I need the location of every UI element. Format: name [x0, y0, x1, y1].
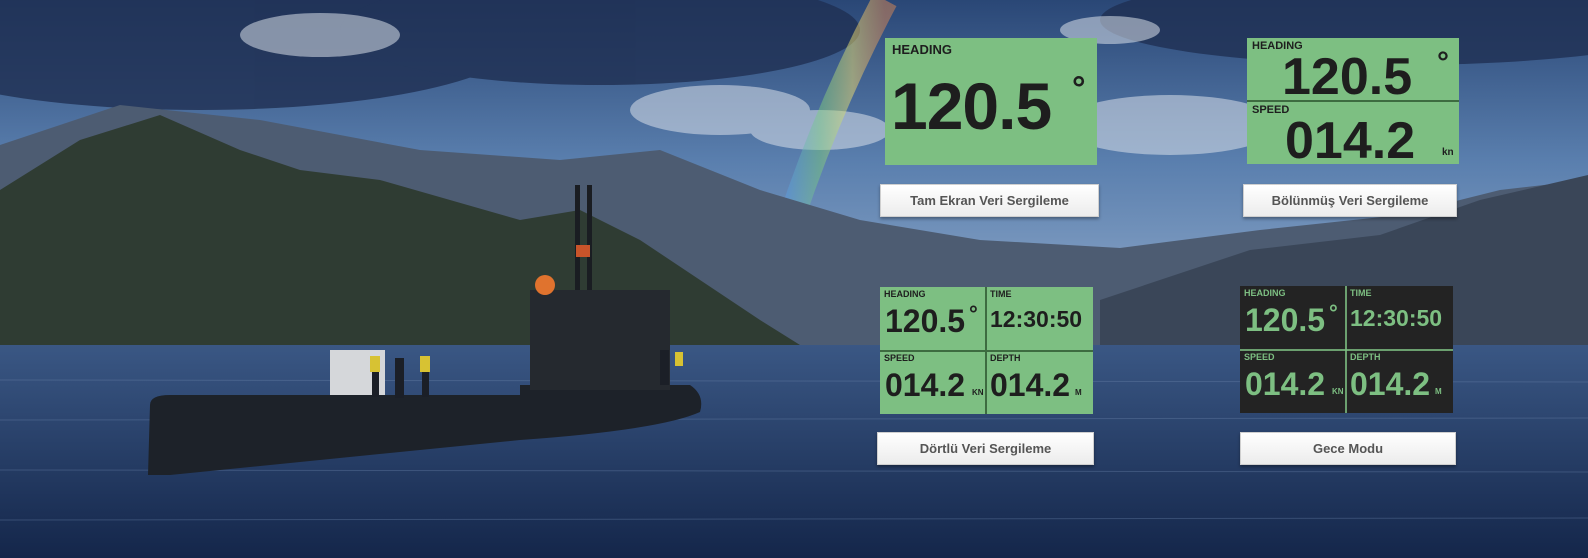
- full-screen-display-preview: HEADING 120.5 °: [885, 38, 1097, 165]
- quad-display-button[interactable]: Dörtlü Veri Sergileme: [877, 432, 1094, 465]
- divider: [1247, 100, 1459, 102]
- heading-value: 120.5: [891, 69, 1052, 143]
- split-display-button[interactable]: Bölünmüş Veri Sergileme: [1243, 184, 1457, 217]
- speed-unit: kn: [1442, 147, 1454, 158]
- depth-label: DEPTH: [990, 353, 1021, 363]
- heading-value: 120.5: [885, 303, 966, 339]
- night-mode-preview: HEADING 120.5 ° TIME 12:30:50 SPEED 014.…: [1240, 286, 1453, 413]
- divider: [880, 350, 1093, 352]
- heading-value: 120.5: [1282, 48, 1413, 106]
- depth-value: 014.2: [1350, 366, 1431, 402]
- speed-label: SPEED: [884, 353, 915, 363]
- split-display-preview: HEADING 120.5 ° SPEED 014.2 kn: [1247, 38, 1459, 170]
- degree-unit: °: [1437, 46, 1449, 79]
- time-label: TIME: [1350, 288, 1372, 298]
- depth-unit: M: [1075, 388, 1082, 397]
- depth-value: 014.2: [990, 367, 1071, 403]
- speed-value: 014.2: [885, 367, 966, 403]
- time-value: 12:30:50: [1350, 305, 1443, 331]
- time-value: 12:30:50: [990, 306, 1083, 332]
- degree-unit: °: [969, 301, 978, 326]
- degree-unit: °: [1329, 300, 1338, 325]
- depth-label: DEPTH: [1350, 352, 1381, 362]
- speed-value: 014.2: [1245, 366, 1326, 402]
- speed-value: 014.2: [1285, 112, 1416, 170]
- heading-label: HEADING: [892, 42, 952, 57]
- depth-unit: M: [1435, 387, 1442, 396]
- speed-label: SPEED: [1252, 104, 1290, 116]
- degree-unit: °: [1072, 70, 1086, 108]
- full-screen-display-button[interactable]: Tam Ekran Veri Sergileme: [880, 184, 1099, 217]
- night-mode-button[interactable]: Gece Modu: [1240, 432, 1456, 465]
- heading-label: HEADING: [1244, 288, 1286, 298]
- heading-label: HEADING: [884, 289, 926, 299]
- speed-unit: KN: [1332, 387, 1344, 396]
- heading-value: 120.5: [1245, 302, 1326, 338]
- time-label: TIME: [990, 289, 1012, 299]
- divider: [1240, 349, 1453, 351]
- speed-label: SPEED: [1244, 352, 1275, 362]
- speed-unit: KN: [972, 388, 984, 397]
- quad-display-preview: HEADING 120.5 ° TIME 12:30:50 SPEED 014.…: [880, 287, 1093, 414]
